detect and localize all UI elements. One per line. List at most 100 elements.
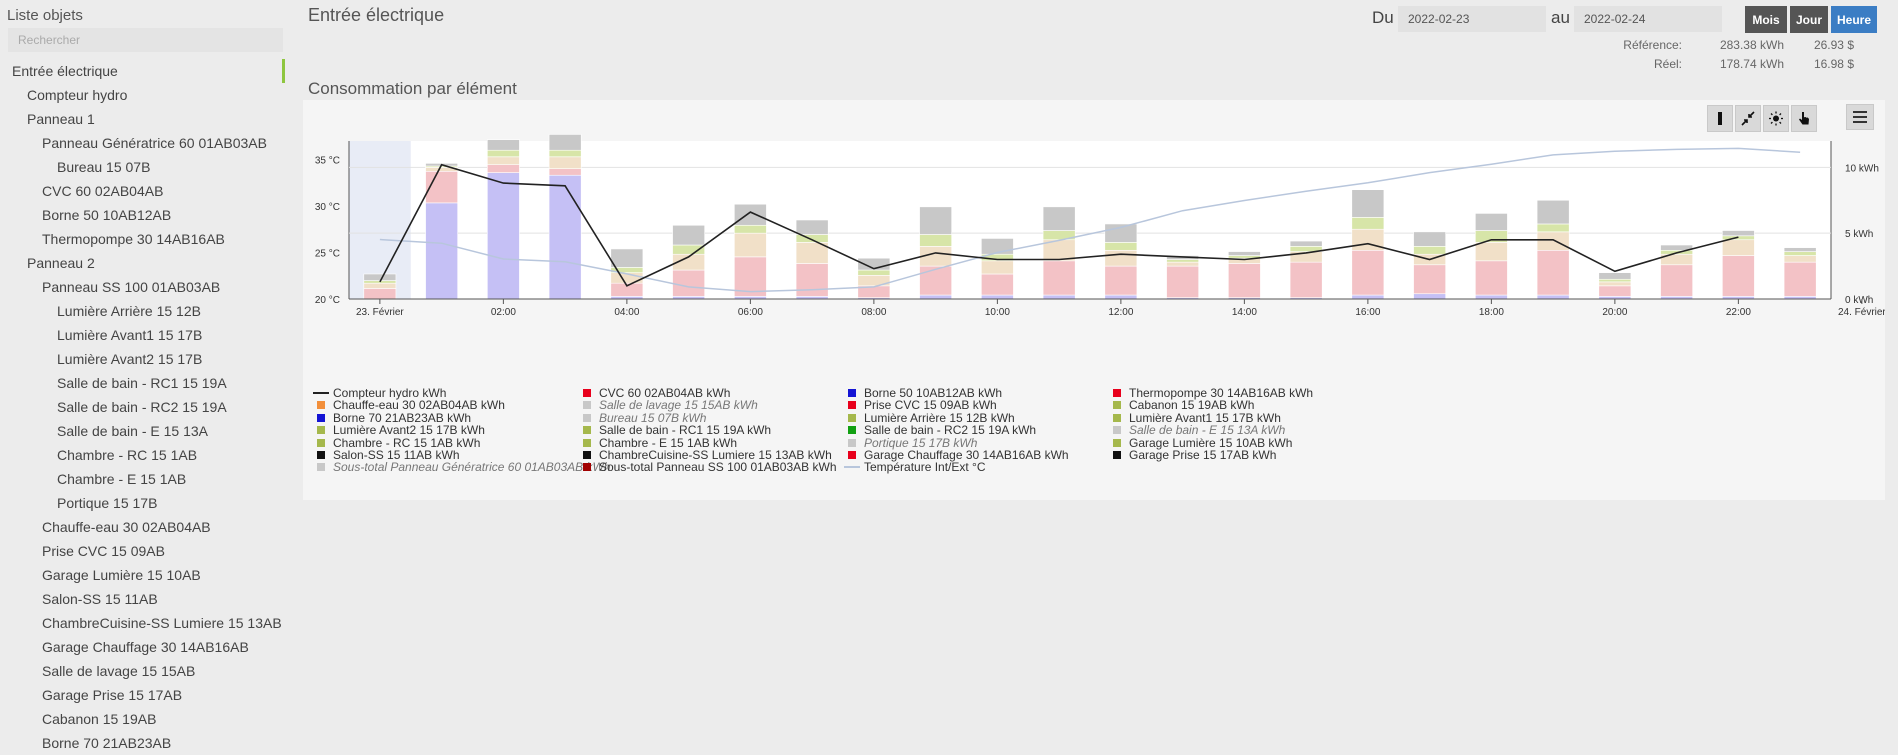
tree-item[interactable]: Cabanon 15 19AB xyxy=(0,707,290,731)
stacked-bar-segment xyxy=(795,219,829,235)
legend-swatch xyxy=(317,426,325,435)
legend-swatch xyxy=(317,451,325,459)
legend-swatch xyxy=(848,438,856,447)
tree-item[interactable]: CVC 60 02AB04AB xyxy=(0,179,290,203)
tree-item[interactable]: Garage Chauffage 30 14AB16AB xyxy=(0,635,290,659)
tree-item[interactable]: Borne 50 10AB12AB xyxy=(0,203,290,227)
tree-item[interactable]: Thermopompe 30 14AB16AB xyxy=(0,227,290,251)
stacked-bar-segment xyxy=(1104,242,1138,251)
stacked-bar-segment xyxy=(1104,249,1138,267)
stacked-bar-segment xyxy=(610,248,644,268)
stacked-bar-segment xyxy=(1166,259,1199,263)
legend-swatch xyxy=(583,426,591,435)
tree-item[interactable]: Borne 70 21AB23AB xyxy=(0,731,290,755)
stacked-bar-segment xyxy=(1722,239,1755,256)
stacked-bar-segment xyxy=(734,203,767,226)
sidebar-title: Liste objets xyxy=(7,7,83,24)
stacked-bar-segment xyxy=(487,149,520,158)
y-left-tick-label: 20 °C xyxy=(315,295,340,306)
stacked-bar-segment xyxy=(1413,264,1446,295)
legend-item[interactable]: Sous-total Panneau Génératrice 60 01AB03… xyxy=(313,460,611,475)
x-tick-label: 23. Février xyxy=(356,307,404,318)
stacked-bar-segment xyxy=(1536,223,1570,233)
legend-label: Sous-total Panneau SS 100 01AB03AB kWh xyxy=(599,460,837,475)
tree-item[interactable]: Panneau Génératrice 60 01AB03AB xyxy=(0,131,290,155)
legend-item[interactable]: Sous-total Panneau SS 100 01AB03AB kWh xyxy=(579,460,837,475)
x-tick-label: 14:00 xyxy=(1232,307,1257,318)
tree-item[interactable]: Salle de bain - E 15 13A xyxy=(0,419,290,443)
date-to-input[interactable] xyxy=(1574,6,1722,32)
x-tick-label: 10:00 xyxy=(985,307,1010,318)
search-input[interactable] xyxy=(8,28,283,52)
tree-item[interactable]: Lumière Avant2 15 17B xyxy=(0,347,290,371)
legend-swatch xyxy=(1113,413,1121,422)
tree-item[interactable]: Salle de bain - RC2 15 19A xyxy=(0,395,290,419)
date-from-input[interactable] xyxy=(1398,6,1546,32)
stacked-bar-segment xyxy=(1783,251,1817,256)
tree-item[interactable]: ChambreCuisine-SS Lumiere 15 13AB xyxy=(0,611,290,635)
tree-item[interactable]: Prise CVC 15 09AB xyxy=(0,539,290,563)
real-cost: 16.98 $ xyxy=(1813,57,1854,71)
tree-item[interactable]: Salon-SS 15 11AB xyxy=(0,587,290,611)
stacked-bar-segment xyxy=(1722,255,1755,297)
tree-item[interactable]: Lumière Avant1 15 17B xyxy=(0,323,290,347)
stacked-bar-segment xyxy=(1351,217,1385,230)
stacked-bar-segment xyxy=(1536,249,1570,296)
stacked-bar-segment xyxy=(734,232,767,258)
tree-item[interactable]: Garage Prise 15 17AB xyxy=(0,683,290,707)
y-left-tick-label: 30 °C xyxy=(315,202,340,213)
stacked-bar-segment xyxy=(1042,294,1076,300)
tree-item[interactable]: Chauffe-eau 30 02AB04AB xyxy=(0,515,290,539)
legend-swatch xyxy=(848,401,856,410)
tree-item[interactable]: Compteur hydro xyxy=(0,83,290,107)
section-title: Consommation par élément xyxy=(308,79,517,98)
tree-item[interactable]: Panneau 1 xyxy=(0,107,290,131)
y-left-tick-label: 25 °C xyxy=(315,249,340,260)
stacked-bar-segment xyxy=(1598,285,1632,297)
object-list-sidebar: Liste objets Entrée électriqueCompteur h… xyxy=(0,0,290,755)
tree-item[interactable]: Entrée électrique xyxy=(0,59,290,83)
stacked-bar-segment xyxy=(919,206,952,235)
day-button[interactable]: Jour xyxy=(1790,6,1828,33)
tree-item[interactable]: Chambre - RC 15 1AB xyxy=(0,443,290,467)
object-tree: Entrée électrique Compteur hydro Panneau 1… xyxy=(0,59,290,755)
x-tick-label: 04:00 xyxy=(614,307,639,318)
stacked-bar-segment xyxy=(363,282,397,289)
tree-item[interactable]: Chambre - E 15 1AB xyxy=(0,467,290,491)
tree-item[interactable]: Salle de lavage 15 15AB xyxy=(0,659,290,683)
month-button[interactable]: Mois xyxy=(1745,6,1787,33)
stacked-bar-segment xyxy=(548,174,582,300)
legend-swatch xyxy=(848,389,856,397)
legend-swatch xyxy=(317,413,325,422)
tree-item[interactable]: Garage Lumière 15 10AB xyxy=(0,563,290,587)
stacked-bar-segment xyxy=(795,234,829,243)
tree-item[interactable]: Panneau SS 100 01AB03AB xyxy=(0,275,290,299)
tree-item[interactable]: Salle de bain - RC1 15 19A xyxy=(0,371,290,395)
legend-swatch xyxy=(583,451,591,459)
tree-item[interactable]: Portique 15 17B xyxy=(0,491,290,515)
stacked-bar-segment xyxy=(1536,199,1570,225)
y-left-tick-label: 35 °C xyxy=(315,156,340,167)
stacked-bar-segment xyxy=(487,156,520,165)
consumption-chart[interactable]: 0 kWh 5 kWh 10 kWh 20 °C 25 °C 30 °C 35 °C 23. … xyxy=(303,100,1885,320)
x-tick-label: 12:00 xyxy=(1108,307,1133,318)
legend-swatch xyxy=(1113,451,1121,459)
legend-swatch xyxy=(1113,401,1121,410)
legend-item[interactable]: Température Int/Ext °C xyxy=(844,460,986,475)
chart-panel: 0 kWh 5 kWh 10 kWh 20 °C 25 °C 30 °C 35 °C 23. … xyxy=(303,100,1885,500)
stacked-bar-segment xyxy=(487,164,520,173)
legend-line-swatch xyxy=(844,466,860,469)
hour-button[interactable]: Heure xyxy=(1831,6,1877,33)
stacked-bar-segment xyxy=(795,263,829,297)
legend-label: Garage Prise 15 17AB kWh xyxy=(1129,448,1277,462)
tree-item[interactable]: Lumière Arrière 15 12B xyxy=(0,299,290,323)
legend-item[interactable]: Garage Prise 15 17AB kWh xyxy=(1109,448,1276,463)
stacked-bar-segment xyxy=(981,273,1014,296)
legend-swatch xyxy=(317,401,325,410)
tree-item[interactable]: Bureau 15 07B xyxy=(0,155,290,179)
stacked-bar-segment xyxy=(1289,240,1323,247)
stacked-bar-segment xyxy=(981,294,1014,300)
stacked-bar-segment xyxy=(1228,263,1261,298)
tree-item[interactable]: Panneau 2 xyxy=(0,251,290,275)
stacked-bar-segment xyxy=(981,260,1014,275)
